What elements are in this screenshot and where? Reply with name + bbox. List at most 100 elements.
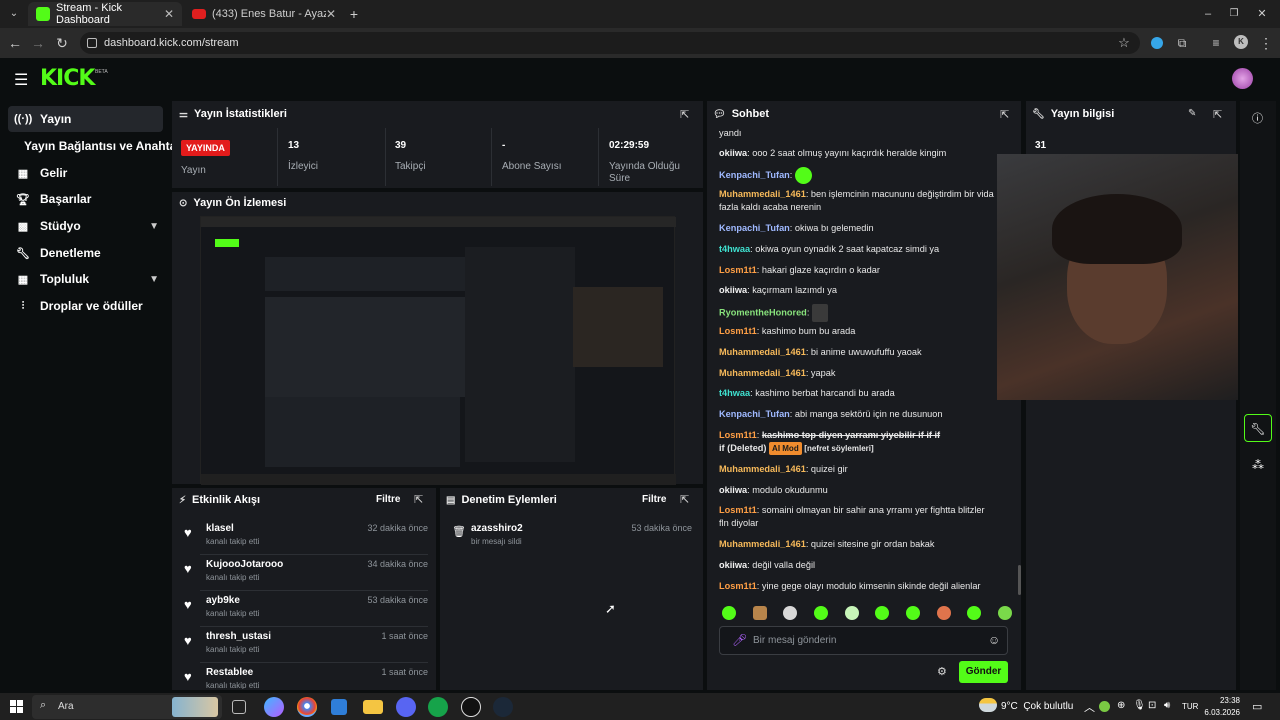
popout-icon[interactable]: ⇱	[680, 493, 689, 506]
clock-time[interactable]: 23:38	[1208, 696, 1240, 705]
tray-icon[interactable]: ⊕	[1117, 700, 1125, 711]
emote-icon[interactable]	[905, 606, 920, 620]
chat-username[interactable]: Muhammedali_1461	[719, 189, 806, 199]
apps-icon[interactable]: ⁂	[1252, 458, 1264, 472]
emote-icon[interactable]	[783, 606, 798, 620]
xbox-icon[interactable]	[428, 697, 448, 717]
chat-username[interactable]: Losm1t1	[719, 505, 757, 515]
edit-pencil-icon[interactable]: ✎	[1188, 108, 1196, 119]
chat-settings-gear-icon[interactable]: ⚙	[937, 665, 947, 678]
emote-icon[interactable]	[752, 606, 767, 620]
chat-username[interactable]: t4hwaa	[719, 388, 750, 398]
follower-name[interactable]: thresh_ustasi	[206, 631, 381, 642]
task-view-icon[interactable]	[232, 700, 246, 714]
sidebar-item-yayin[interactable]: ((·)) Yayın	[8, 106, 163, 132]
extension-icon[interactable]	[1151, 37, 1163, 49]
explorer-icon[interactable]	[363, 700, 383, 714]
chat-username[interactable]: Muhammedali_1461	[719, 368, 806, 378]
weather-text[interactable]: 9°C Çok bulutlu	[1001, 701, 1073, 712]
close-icon[interactable]: ✕	[326, 7, 336, 21]
reading-list-icon[interactable]: ≡	[1206, 33, 1226, 53]
chat-username[interactable]: Kenpachi_Tufan	[719, 409, 790, 419]
follower-name[interactable]: klasel	[206, 523, 367, 534]
chat-message-list[interactable]: yandı okiiwa: ooo 2 saat olmuş yayını ka…	[719, 126, 999, 594]
obs-icon[interactable]	[461, 697, 481, 717]
info-circle-icon[interactable]: ⓘ	[1252, 110, 1263, 126]
window-close-icon[interactable]: ✕	[1252, 4, 1272, 24]
sidebar-item-gelir[interactable]: ▦ Gelir	[8, 160, 163, 186]
tab-youtube[interactable]: (433) Enes Batur - Ayaz (Official ✕	[184, 2, 344, 26]
sidebar-item-topluluk[interactable]: ▦ Topluluk ▼	[8, 266, 163, 292]
site-info-icon[interactable]	[87, 38, 97, 48]
popout-icon[interactable]: ⇱	[680, 108, 689, 121]
emote-icon[interactable]	[722, 606, 736, 620]
chat-username[interactable]: t4hwaa	[719, 244, 750, 254]
profile-avatar[interactable]: K	[1234, 35, 1248, 49]
chat-username[interactable]: RyomentheHonored	[719, 307, 807, 317]
tray-app-icon[interactable]	[1099, 701, 1110, 712]
popout-icon[interactable]: ⇱	[1000, 108, 1009, 121]
bookmark-star-icon[interactable]: ☆	[1114, 33, 1134, 53]
minimize-icon[interactable]: –	[1198, 4, 1218, 24]
tab-kick-dashboard[interactable]: Stream - Kick Dashboard ✕	[28, 2, 182, 26]
hamburger-menu-icon[interactable]: ☰	[14, 70, 28, 90]
stream-preview-video[interactable]	[200, 216, 676, 485]
language-indicator[interactable]: TUR	[1182, 702, 1198, 711]
chat-username[interactable]: Muhammedali_1461	[719, 464, 806, 474]
chat-username[interactable]: Muhammedali_1461	[719, 539, 806, 549]
taskbar-search[interactable]: ⌕ Ara	[32, 695, 222, 719]
sidebar-item-studyo[interactable]: ▩ Stüdyo ▼	[8, 213, 163, 239]
emote-icon[interactable]	[936, 606, 951, 620]
extensions-puzzle-icon[interactable]: ⧉	[1172, 33, 1192, 53]
tab-list-icon[interactable]: ⌄	[4, 4, 24, 24]
sidebar-item-denetleme[interactable]: 🔧︎ Denetleme	[8, 240, 163, 266]
emote-icon[interactable]	[813, 606, 828, 620]
restore-icon[interactable]: ❐	[1224, 4, 1244, 24]
chat-username[interactable]: Losm1t1	[719, 326, 757, 336]
chat-username[interactable]: Losm1t1	[719, 430, 757, 440]
windows-start-icon[interactable]	[10, 700, 23, 713]
emote-icon[interactable]	[997, 606, 1012, 620]
microphone-icon[interactable]: 🎤︎	[732, 633, 747, 647]
emote-icon[interactable]	[967, 606, 982, 620]
chat-username[interactable]: Kenpachi_Tufan	[719, 170, 790, 180]
moderator-name[interactable]: azasshiro2	[471, 523, 631, 534]
steam-icon[interactable]	[493, 697, 513, 717]
chat-input-box[interactable]: 🎤︎ Bir mesaj gönderin ☺	[719, 626, 1008, 655]
moderation-tool-icon[interactable]: 🔧︎	[1244, 414, 1272, 442]
popout-icon[interactable]: ⇱	[1213, 108, 1222, 121]
clock-date[interactable]: 6.03.2026	[1200, 708, 1240, 717]
kick-logo[interactable]: KICK	[40, 66, 95, 91]
volume-icon[interactable]: 🔊︎	[1164, 700, 1170, 711]
back-icon[interactable]: ←	[5, 33, 25, 53]
notification-icon[interactable]: ▭	[1252, 700, 1262, 713]
popout-icon[interactable]: ⇱	[414, 493, 423, 506]
user-avatar[interactable]	[1232, 68, 1253, 89]
emoji-picker-icon[interactable]: ☺	[988, 633, 1000, 647]
activity-filter-button[interactable]: Filtre	[376, 494, 400, 505]
chat-username[interactable]: okiiwa	[719, 148, 747, 158]
copilot-icon[interactable]	[264, 697, 284, 717]
follower-name[interactable]: ayb9ke	[206, 595, 367, 606]
chat-username[interactable]: okiiwa	[719, 285, 747, 295]
follower-name[interactable]: KujoooJotarooo	[206, 559, 367, 570]
send-button[interactable]: Gönder	[959, 661, 1008, 683]
emote-icon[interactable]	[844, 606, 859, 620]
follower-name[interactable]: Restablee	[206, 667, 381, 678]
tray-chevron-icon[interactable]: ︿	[1084, 699, 1095, 715]
new-tab-icon[interactable]: +	[344, 4, 364, 24]
chrome-taskbar-icon[interactable]	[297, 697, 317, 717]
chat-scrollbar[interactable]	[1018, 565, 1021, 595]
microphone-icon[interactable]: 🎙︎	[1133, 700, 1146, 711]
files-icon[interactable]	[331, 699, 347, 715]
menu-dots-icon[interactable]: ⋮	[1256, 33, 1276, 53]
chat-username[interactable]: Muhammedali_1461	[719, 347, 806, 357]
forward-icon[interactable]: →	[28, 33, 48, 53]
sidebar-item-droplar[interactable]: ⫶ Droplar ve ödüller	[8, 293, 163, 319]
reload-icon[interactable]: ↻	[52, 33, 72, 53]
emote-icon[interactable]	[875, 606, 890, 620]
sidebar-item-basarilar[interactable]: 🏆︎ Başarılar	[8, 186, 163, 212]
sidebar-item-stream-key[interactable]: Yayın Bağlantısı ve Anahtarı	[18, 133, 184, 159]
discord-icon[interactable]	[396, 697, 416, 717]
chat-username[interactable]: okiiwa	[719, 560, 747, 570]
